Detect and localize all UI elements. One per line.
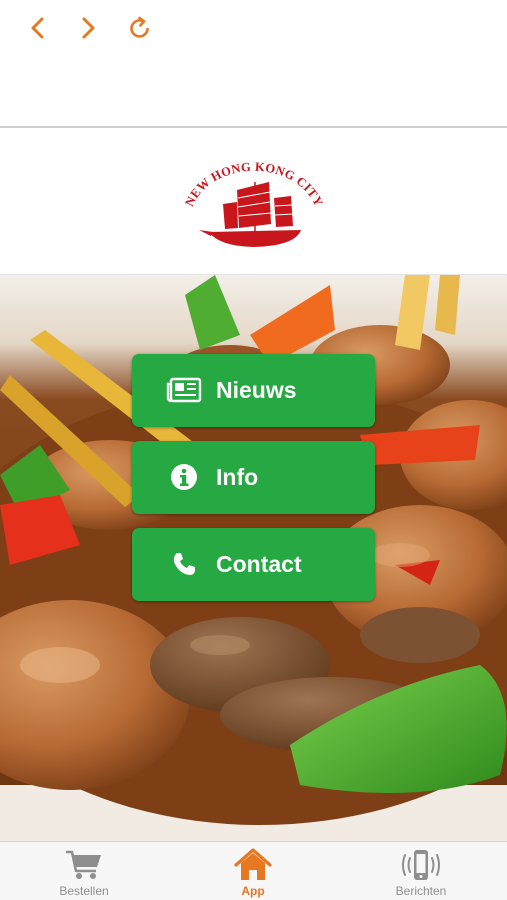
junk-boat-icon	[199, 182, 301, 247]
phone-icon	[166, 546, 202, 582]
vibrating-phone-icon	[401, 848, 441, 882]
tab-bestellen-label: Bestellen	[59, 884, 109, 898]
home-icon	[233, 848, 273, 882]
top-navigation-bar	[0, 0, 507, 128]
tab-berichten[interactable]: Berichten	[361, 842, 481, 900]
bottom-tab-bar: Bestellen App Berichten	[0, 841, 507, 900]
info-icon	[166, 459, 202, 495]
cart-icon	[64, 848, 104, 882]
reload-icon	[130, 16, 149, 38]
reload-button[interactable]	[122, 10, 158, 46]
news-button-label: Nieuws	[216, 377, 297, 403]
news-button[interactable]: Nieuws	[132, 354, 375, 427]
tab-app-label: App	[241, 884, 265, 898]
logo-header: NEW HONG KONG CITY	[0, 130, 507, 275]
tab-bestellen[interactable]: Bestellen	[24, 842, 144, 900]
chevron-right-icon	[82, 17, 95, 39]
back-button[interactable]	[20, 10, 56, 46]
tab-berichten-label: Berichten	[395, 884, 447, 898]
chevron-left-icon	[31, 17, 44, 39]
contact-button[interactable]: Contact	[132, 528, 375, 601]
brand-logo: NEW HONG KONG CITY	[183, 160, 325, 247]
contact-button-label: Contact	[216, 551, 302, 577]
info-button-label: Info	[216, 464, 259, 490]
info-button[interactable]: Info	[132, 441, 375, 514]
forward-button[interactable]	[70, 10, 106, 46]
tab-app[interactable]: App	[193, 842, 313, 900]
newspaper-icon	[166, 372, 202, 408]
